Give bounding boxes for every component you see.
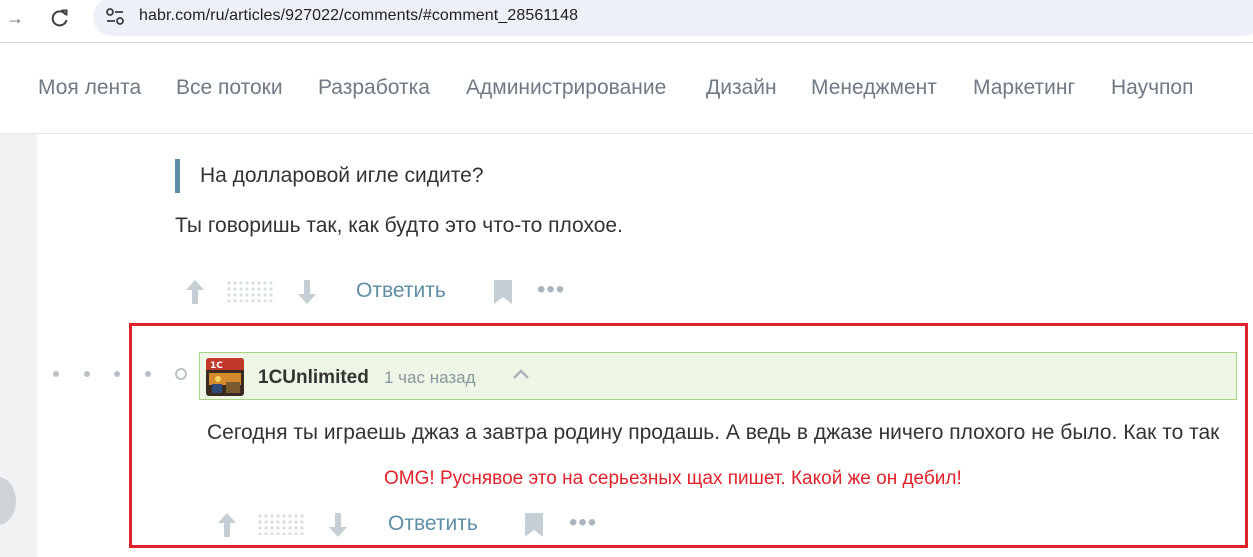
reply-button[interactable]: Ответить	[356, 279, 446, 303]
comment-text: Сегодня ты играешь джаз а завтра родину …	[207, 421, 1220, 444]
nav-marketing[interactable]: Маркетинг	[973, 76, 1075, 100]
bookmark-icon[interactable]	[524, 512, 544, 538]
chevron-up-icon[interactable]	[512, 367, 530, 381]
address-bar[interactable]: habr.com/ru/articles/927022/comments/#co…	[93, 0, 1253, 36]
arrow-right-icon[interactable]: →	[3, 6, 27, 30]
upvote-icon[interactable]	[216, 511, 238, 539]
url-text[interactable]: habr.com/ru/articles/927022/comments/#co…	[139, 7, 578, 25]
comment-time[interactable]: 1 час назад	[384, 368, 476, 388]
downvote-icon[interactable]	[327, 511, 349, 539]
browser-toolbar: → habr.com/ru/articles/927022/comments/#…	[0, 0, 1253, 36]
bookmark-icon[interactable]	[493, 279, 513, 305]
site-nav: Моя лента Все потоки Разработка Админист…	[0, 43, 1253, 134]
nav-my-feed[interactable]: Моя лента	[38, 76, 141, 100]
rating-placeholder	[257, 513, 305, 535]
annotation-note: OMG! Руснявое это на серьезных щах пишет…	[384, 468, 962, 489]
reply-button[interactable]: Ответить	[388, 512, 478, 536]
nav-design[interactable]: Дизайн	[706, 76, 777, 100]
rating-placeholder	[226, 280, 274, 302]
more-icon[interactable]: •••	[537, 278, 565, 302]
comment-header: 1C 1CUnlimited 1 час назад	[199, 352, 1237, 400]
nav-management[interactable]: Менеджмент	[811, 76, 937, 100]
svg-text:1C: 1C	[210, 361, 223, 371]
parent-comment-actions: Ответить •••	[180, 277, 580, 307]
more-icon[interactable]: •••	[569, 511, 597, 535]
tune-icon[interactable]	[105, 8, 125, 26]
upvote-icon[interactable]	[184, 278, 206, 306]
nav-development[interactable]: Разработка	[318, 76, 430, 100]
comment-author[interactable]: 1CUnlimited	[258, 367, 369, 389]
nav-administration[interactable]: Администрирование	[466, 76, 666, 100]
parent-comment-text: Ты говоришь так, как будто это что-то пл…	[175, 214, 623, 237]
reload-icon[interactable]	[48, 6, 72, 30]
nav-popsci[interactable]: Научпоп	[1111, 76, 1193, 100]
comment-quote: На долларовой игле сидите?	[175, 159, 484, 193]
downvote-icon[interactable]	[296, 278, 318, 306]
avatar[interactable]: 1C	[206, 358, 244, 396]
comment-actions: Ответить •••	[212, 510, 612, 540]
nav-all-streams[interactable]: Все потоки	[176, 76, 283, 100]
